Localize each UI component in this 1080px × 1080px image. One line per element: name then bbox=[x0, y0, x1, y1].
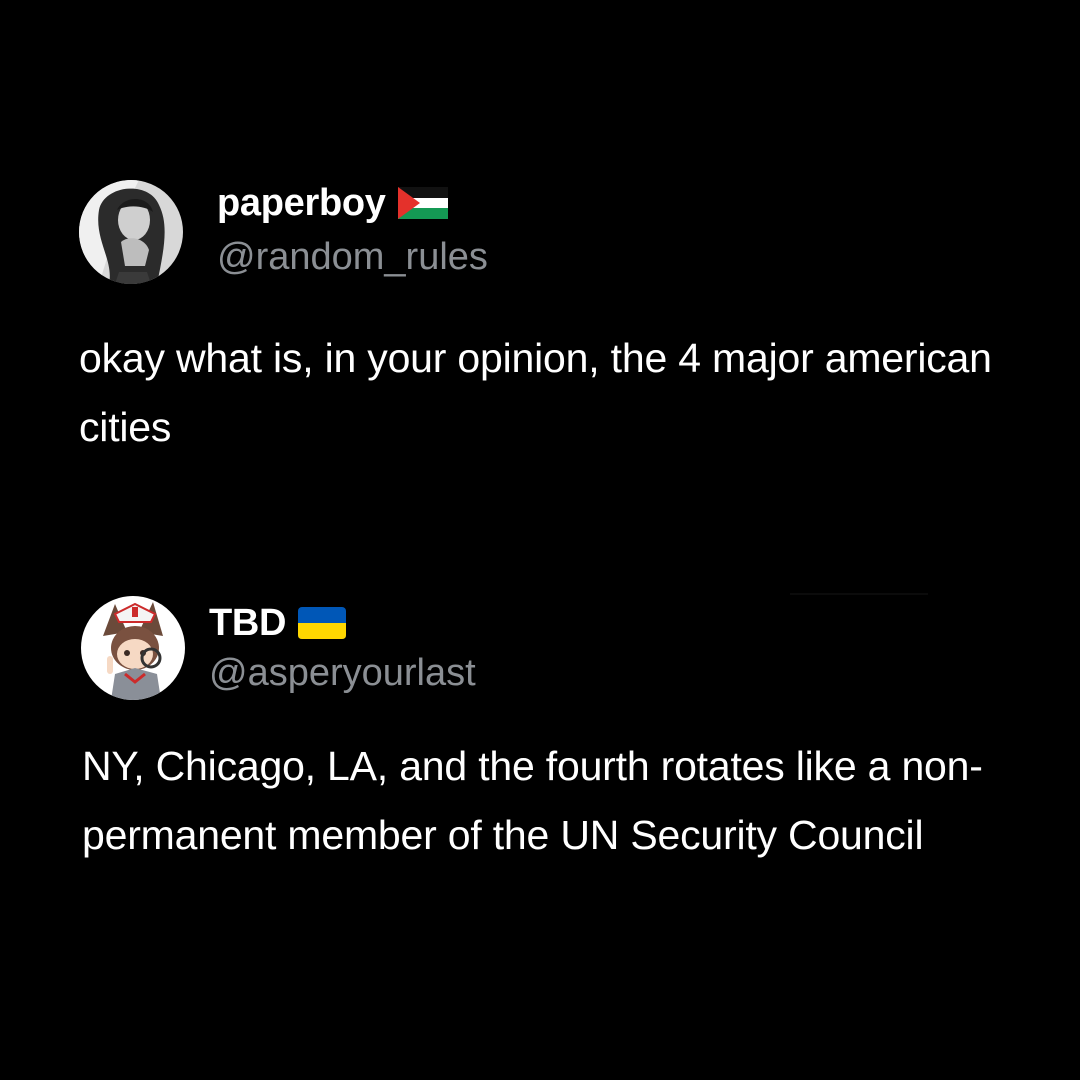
palestine-flag-icon bbox=[397, 187, 448, 219]
post-text: okay what is, in your opinion, the 4 maj… bbox=[79, 335, 992, 450]
post-header: TBD @asperyourlast bbox=[0, 588, 1080, 708]
name-row: paperboy bbox=[217, 180, 448, 226]
name-row: TBD bbox=[209, 600, 347, 646]
avatar[interactable] bbox=[81, 596, 185, 700]
post-2: TBD @asperyourlast NY, Chicago, LA, and … bbox=[0, 588, 1080, 858]
avatar-image bbox=[79, 180, 183, 284]
avatar-image bbox=[81, 596, 185, 700]
post-text: NY, Chicago, LA, and the fourth rotates … bbox=[82, 743, 983, 858]
handle[interactable]: @asperyourlast bbox=[209, 650, 476, 696]
avatar[interactable] bbox=[79, 180, 183, 284]
display-name[interactable]: TBD bbox=[209, 600, 287, 646]
post-header: paperboy @random_rules bbox=[0, 172, 1080, 292]
ukraine-flag-icon bbox=[298, 607, 347, 639]
post-1: paperboy @random_rules okay what is, in … bbox=[0, 172, 1080, 450]
display-name[interactable]: paperboy bbox=[217, 180, 386, 226]
handle[interactable]: @random_rules bbox=[217, 234, 488, 280]
